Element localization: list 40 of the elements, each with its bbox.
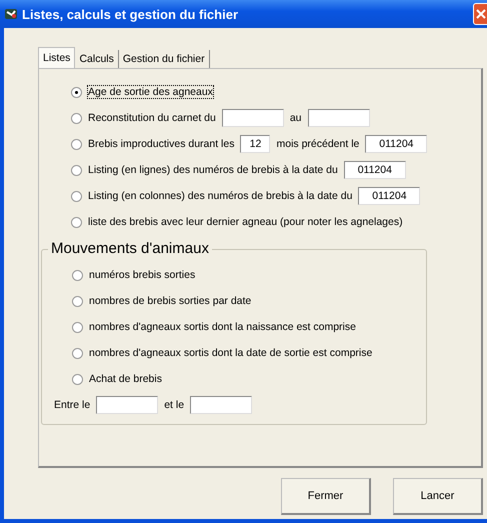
option-label: nombres d'agneaux sortis dont la date de sortie est comprise [89,347,372,359]
radio-button[interactable] [71,164,82,176]
window-title: Listes, calculs et gestion du fichier [22,6,240,22]
input-field[interactable]: 12 [240,135,270,153]
option-label: Age de sortie des agneaux [88,86,213,98]
radio-button[interactable] [71,216,82,228]
option-label: liste des brebis avec leur dernier agneau (pour noter les agnelages) [88,216,403,228]
radio-button[interactable] [71,112,82,124]
option-label: au [290,112,302,124]
input-field[interactable]: 011204 [344,161,406,179]
input-field[interactable] [222,109,284,127]
dialog-button[interactable]: Lancer [393,478,483,515]
radio-button[interactable] [72,296,83,306]
app-icon [4,7,18,21]
input-field[interactable] [190,396,252,414]
option-label: numéros brebis sorties [89,269,196,281]
radio-button[interactable] [72,348,83,358]
option-label: Listing (en lignes) des numéros de brebis à la date du [88,164,338,176]
radio-button[interactable] [71,86,82,98]
tab[interactable]: Listes [38,47,76,68]
input-field[interactable]: 011204 [358,187,420,205]
field-label: et le [164,399,184,411]
option-label: Achat de brebis [89,373,162,385]
option-label: nombres d'agneaux sortis dont la naissance est comprise [89,321,356,333]
close-icon [476,9,486,19]
input-field[interactable]: 011204 [365,135,428,153]
field-label: Entre le [54,399,90,411]
dialog-button[interactable]: Fermer [281,478,371,515]
option-label: mois précédent le [276,138,360,150]
option-label: Reconstitution du carnet du [88,112,216,124]
radio-button[interactable] [72,270,83,280]
radio-button[interactable] [72,322,83,332]
input-field[interactable] [96,396,158,414]
input-field[interactable] [308,109,370,127]
radio-button[interactable] [71,190,82,202]
option-label: nombres de brebis sorties par date [89,295,252,307]
radio-button[interactable] [72,374,83,384]
option-label: Listing (en colonnes) des numéros de brebis à la date du [88,190,352,202]
option-label: Brebis improductives durant les [88,138,234,150]
radio-button[interactable] [71,138,82,150]
